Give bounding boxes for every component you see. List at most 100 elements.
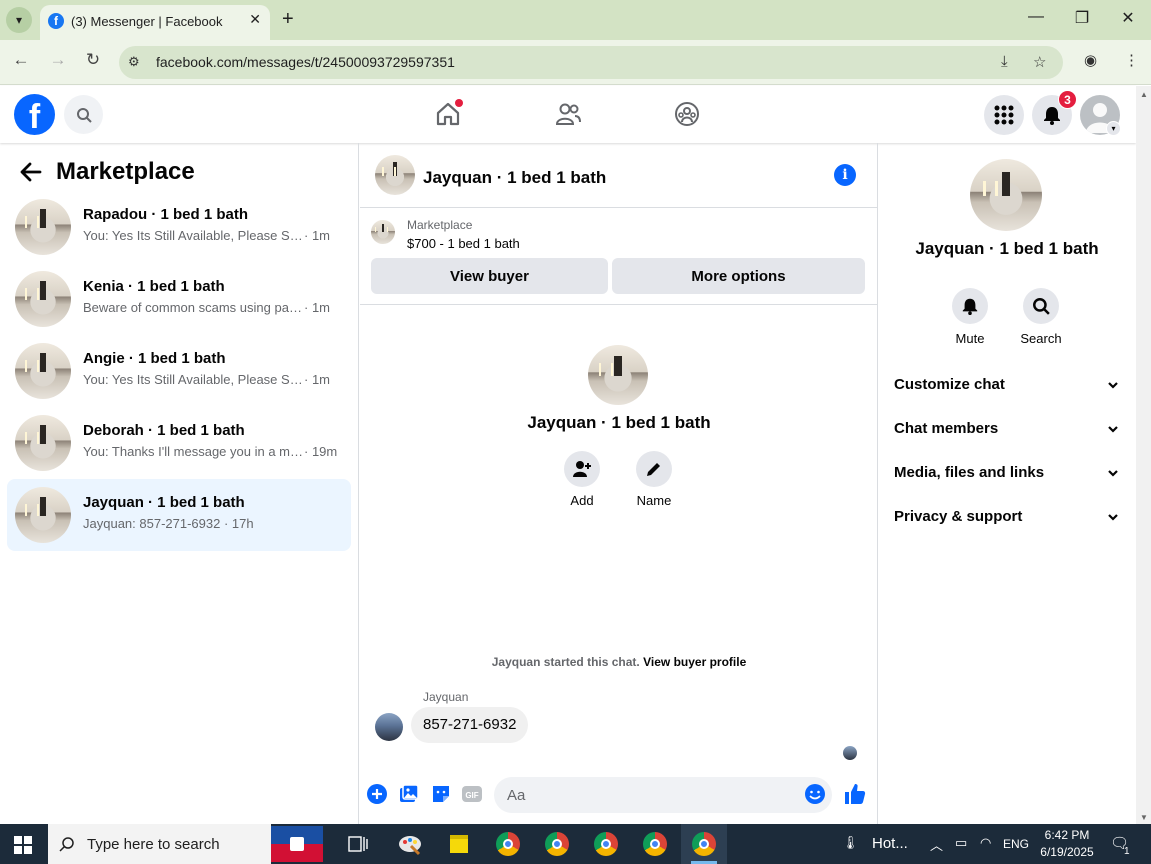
- install-app-icon[interactable]: ⤓: [1001, 53, 1008, 70]
- media-files-links-section[interactable]: Media, files and links: [894, 464, 1120, 492]
- chrome-app-icon[interactable]: [485, 824, 531, 864]
- address-bar[interactable]: ⚙ facebook.com/messages/t/24500093729597…: [119, 46, 1063, 79]
- view-buyer-profile-link[interactable]: View buyer profile: [643, 655, 746, 669]
- bell-icon: [962, 298, 978, 315]
- edit-name-button[interactable]: Name: [624, 451, 684, 508]
- taskbar-search[interactable]: Type here to search: [48, 824, 271, 864]
- windows-start-icon[interactable]: [14, 836, 32, 854]
- photo-icon[interactable]: [398, 783, 420, 805]
- customize-chat-section[interactable]: Customize chat: [894, 376, 1120, 404]
- message-bubble[interactable]: 857-271-6932: [411, 707, 529, 743]
- app-grid-icon: [994, 105, 1014, 125]
- search-in-chat-button[interactable]: Search: [1011, 288, 1071, 346]
- taskbar-clock[interactable]: 6:42 PM 6/19/2025: [1032, 827, 1102, 861]
- conversation-item[interactable]: Angie · 1 bed 1 bath You: Yes Its Still …: [7, 335, 351, 407]
- chrome-icon: [643, 832, 667, 856]
- sticker-icon[interactable]: [430, 783, 452, 805]
- panel-title: Marketplace: [56, 158, 195, 185]
- emoji-icon[interactable]: [804, 783, 826, 805]
- message-sender: Jayquan: [423, 690, 469, 704]
- back-button[interactable]: ←: [9, 50, 33, 70]
- search-label: Search: [1020, 331, 1062, 346]
- chevron-down-icon: [1108, 514, 1118, 521]
- chat-details-panel: Jayquan · 1 bed 1 bath Mute Search Custo…: [879, 143, 1136, 824]
- conversation-item[interactable]: Kenia · 1 bed 1 bath Beware of common sc…: [7, 263, 351, 335]
- conversation-item[interactable]: Deborah · 1 bed 1 bath You: Thanks I'll …: [7, 407, 351, 479]
- chrome-app-icon[interactable]: [632, 824, 678, 864]
- conversation-time: · 19m: [304, 444, 338, 459]
- section-label: Customize chat: [894, 376, 1005, 393]
- windows-taskbar: Type here to search 🌡 Hot... ︿ ▭ ◠ ENG 6…: [0, 824, 1151, 864]
- browser-toolbar: ← → ↻ ⚙ facebook.com/messages/t/24500093…: [0, 40, 1151, 85]
- add-people-button[interactable]: Add: [552, 451, 612, 508]
- view-buyer-button[interactable]: View buyer: [371, 258, 608, 294]
- tab-search-dropdown[interactable]: ▾: [6, 7, 32, 33]
- clock-date: 6/19/2025: [1040, 845, 1094, 859]
- wifi-icon[interactable]: ◠: [980, 835, 991, 851]
- listing-banner: Marketplace $700 - 1 bed 1 bath View buy…: [360, 209, 878, 305]
- tab-close-icon[interactable]: ✕: [249, 11, 261, 28]
- chrome-app-icon[interactable]: [583, 824, 629, 864]
- message-input[interactable]: [494, 777, 832, 813]
- mute-button[interactable]: Mute: [940, 288, 1000, 346]
- scroll-up-icon[interactable]: ▲: [1140, 90, 1148, 99]
- chrome-app-icon-active[interactable]: [681, 824, 727, 864]
- listing-label: Marketplace: [407, 218, 473, 232]
- chat-thumbnail[interactable]: [375, 155, 415, 195]
- conversation-name: Rapadou · 1 bed 1 bath: [83, 206, 249, 223]
- new-tab-button[interactable]: +: [282, 8, 294, 30]
- task-view-glyph-icon: [348, 836, 368, 852]
- sticky-notes-icon[interactable]: [436, 824, 482, 864]
- search-button[interactable]: [64, 95, 103, 134]
- search-icon: [1033, 298, 1050, 315]
- sender-avatar[interactable]: [375, 713, 403, 741]
- paint-app-icon[interactable]: [387, 824, 433, 864]
- more-options-button[interactable]: More options: [612, 258, 865, 294]
- search-icon: [59, 837, 74, 852]
- browser-menu-icon[interactable]: ⋮: [1124, 51, 1139, 69]
- chat-members-section[interactable]: Chat members: [894, 420, 1120, 448]
- conversation-item-active[interactable]: Jayquan · 1 bed 1 bath Jayquan: 857-271-…: [7, 479, 351, 551]
- battery-icon[interactable]: ▭: [955, 835, 967, 851]
- conversation-time: · 1m: [304, 228, 330, 243]
- chrome-app-icon[interactable]: [534, 824, 580, 864]
- site-info-icon[interactable]: ⚙: [128, 54, 140, 70]
- facebook-logo-icon[interactable]: f: [14, 94, 55, 135]
- note-icon: [450, 835, 468, 853]
- groups-icon[interactable]: [673, 100, 701, 128]
- listing-price[interactable]: $700 - 1 bed 1 bath: [407, 236, 520, 251]
- scroll-down-icon[interactable]: ▼: [1140, 813, 1148, 822]
- browser-tab[interactable]: f (3) Messenger | Facebook ✕: [40, 5, 270, 40]
- plus-circle-icon[interactable]: [366, 783, 388, 805]
- privacy-support-section[interactable]: Privacy & support: [894, 508, 1120, 536]
- language-indicator[interactable]: ENG: [1003, 837, 1029, 851]
- weather-icon[interactable]: 🌡: [842, 835, 859, 851]
- back-arrow-icon[interactable]: [18, 159, 44, 185]
- info-icon[interactable]: i: [834, 164, 856, 186]
- url-text[interactable]: facebook.com/messages/t/2450009372959735…: [156, 54, 455, 70]
- gif-icon[interactable]: GIF: [461, 783, 483, 805]
- bookmark-star-icon[interactable]: ☆: [1033, 53, 1046, 71]
- weather-text[interactable]: Hot...: [872, 835, 908, 852]
- conversation-item[interactable]: Rapadou · 1 bed 1 bath You: Yes Its Stil…: [7, 191, 351, 263]
- thumbs-up-icon[interactable]: [843, 782, 867, 806]
- close-window-button[interactable]: ✕: [1116, 8, 1140, 28]
- taskbar-search-text: Type here to search: [87, 836, 220, 853]
- chevron-down-icon[interactable]: ▾: [1106, 121, 1121, 136]
- flag-widget-icon[interactable]: [271, 826, 323, 862]
- mute-label: Mute: [955, 331, 985, 346]
- message-composer: GIF: [360, 775, 878, 815]
- palette-icon: [399, 836, 421, 856]
- page-scrollbar[interactable]: ▲ ▼: [1136, 86, 1151, 824]
- restore-button[interactable]: ❐: [1070, 8, 1094, 28]
- minimize-button[interactable]: —: [1024, 8, 1048, 26]
- reload-button[interactable]: ↻: [81, 50, 105, 70]
- profile-icon[interactable]: ◉: [1084, 51, 1097, 69]
- tray-chevron-up-icon[interactable]: ︿: [930, 835, 943, 854]
- friends-icon[interactable]: [554, 100, 582, 128]
- listing-thumbnail: [15, 487, 71, 543]
- task-view-icon[interactable]: [335, 824, 381, 864]
- chat-title[interactable]: Jayquan · 1 bed 1 bath: [423, 168, 606, 188]
- forward-button[interactable]: →: [46, 50, 70, 70]
- menu-button[interactable]: [984, 95, 1024, 135]
